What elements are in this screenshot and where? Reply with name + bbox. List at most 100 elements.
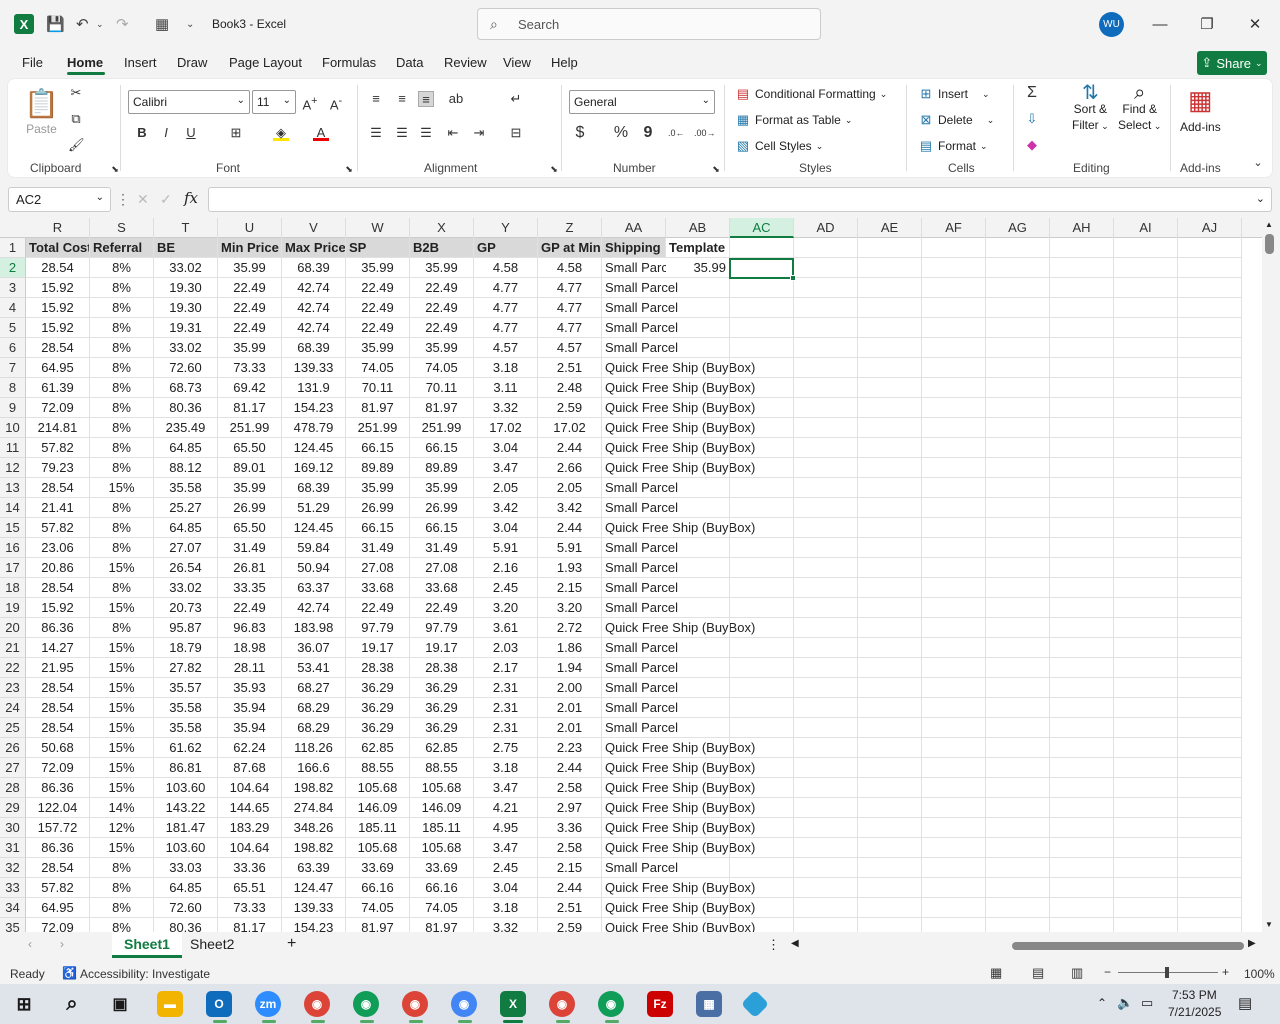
header-cell[interactable]: BE bbox=[154, 238, 218, 258]
italic-button[interactable]: I bbox=[158, 125, 174, 141]
empty-cell[interactable] bbox=[858, 878, 922, 898]
data-cell[interactable]: 2.58 bbox=[538, 778, 602, 798]
data-cell[interactable]: 1.86 bbox=[538, 638, 602, 658]
data-cell[interactable]: 2.23 bbox=[538, 738, 602, 758]
empty-cell[interactable] bbox=[858, 358, 922, 378]
empty-cell[interactable] bbox=[794, 498, 858, 518]
accessibility-status[interactable]: Accessibility: Investigate bbox=[80, 967, 210, 981]
font-family-select[interactable]: Calibri ⌄ bbox=[128, 90, 250, 114]
data-cell[interactable]: 22.49 bbox=[410, 598, 474, 618]
empty-cell[interactable] bbox=[1114, 238, 1178, 258]
data-cell[interactable]: 72.60 bbox=[154, 358, 218, 378]
empty-cell[interactable] bbox=[1114, 898, 1178, 918]
scroll-up-icon[interactable]: ▲ bbox=[1265, 220, 1273, 229]
data-cell[interactable]: 18.98 bbox=[218, 638, 282, 658]
data-cell[interactable]: Small Parcel bbox=[602, 478, 678, 498]
header-cell[interactable]: Total Cost bbox=[26, 238, 90, 258]
scroll-down-icon[interactable]: ▼ bbox=[1265, 920, 1273, 929]
empty-cell[interactable] bbox=[1114, 598, 1178, 618]
empty-cell[interactable] bbox=[986, 238, 1050, 258]
data-cell[interactable]: 2.75 bbox=[474, 738, 538, 758]
data-cell[interactable]: 33.69 bbox=[410, 858, 474, 878]
empty-cell[interactable] bbox=[858, 918, 922, 932]
data-cell[interactable] bbox=[666, 698, 730, 718]
tab-data[interactable]: Data bbox=[396, 55, 423, 70]
data-cell[interactable]: 2.45 bbox=[474, 578, 538, 598]
data-cell[interactable]: 144.65 bbox=[218, 798, 282, 818]
data-cell[interactable]: 21.41 bbox=[26, 498, 90, 518]
normal-view-icon[interactable]: ▦ bbox=[990, 965, 1002, 981]
header-cell[interactable]: Min Price bbox=[218, 238, 282, 258]
empty-cell[interactable] bbox=[858, 698, 922, 718]
data-cell[interactable]: 42.74 bbox=[282, 598, 346, 618]
zoom-level[interactable]: 100% bbox=[1244, 967, 1275, 981]
borders-icon[interactable]: ⊞ bbox=[228, 125, 244, 141]
format-as-table-button[interactable]: ▦ Format as Table ⌄ bbox=[735, 112, 853, 128]
tab-file[interactable]: File bbox=[22, 55, 43, 70]
vertical-scrollbar[interactable] bbox=[1262, 218, 1280, 932]
data-cell[interactable]: 68.29 bbox=[282, 698, 346, 718]
empty-cell[interactable] bbox=[986, 638, 1050, 658]
data-cell[interactable]: 4.21 bbox=[474, 798, 538, 818]
data-cell[interactable]: Quick Free Ship (BuyBox) bbox=[602, 918, 755, 932]
data-cell[interactable]: 36.07 bbox=[282, 638, 346, 658]
data-cell[interactable]: 12% bbox=[90, 818, 154, 838]
tab-view[interactable]: View bbox=[503, 55, 531, 70]
empty-cell[interactable] bbox=[794, 438, 858, 458]
column-header[interactable]: X bbox=[410, 218, 474, 238]
data-cell[interactable]: 3.61 bbox=[474, 618, 538, 638]
data-cell[interactable]: 68.73 bbox=[154, 378, 218, 398]
header-cell[interactable]: Shipping bbox=[602, 238, 666, 258]
data-cell[interactable]: 2.05 bbox=[474, 478, 538, 498]
data-cell[interactable]: 124.47 bbox=[282, 878, 346, 898]
data-cell[interactable]: 72.09 bbox=[26, 758, 90, 778]
empty-cell[interactable] bbox=[730, 738, 794, 758]
data-cell[interactable]: 2.59 bbox=[538, 918, 602, 932]
data-cell[interactable]: Small Parcel bbox=[602, 298, 678, 318]
empty-cell[interactable] bbox=[730, 918, 794, 932]
clock-date[interactable]: 7/21/2025 bbox=[1168, 1005, 1221, 1019]
data-cell[interactable]: 2.31 bbox=[474, 698, 538, 718]
data-cell[interactable]: 8% bbox=[90, 618, 154, 638]
empty-cell[interactable] bbox=[1114, 698, 1178, 718]
empty-cell[interactable] bbox=[858, 858, 922, 878]
empty-cell[interactable] bbox=[1050, 438, 1114, 458]
currency-button[interactable]: $ bbox=[572, 125, 588, 141]
empty-cell[interactable] bbox=[986, 378, 1050, 398]
empty-cell[interactable] bbox=[1178, 898, 1242, 918]
empty-cell[interactable] bbox=[1178, 458, 1242, 478]
empty-cell[interactable] bbox=[730, 278, 794, 298]
chrome-icon[interactable]: ◉ bbox=[353, 991, 379, 1017]
data-cell[interactable]: 62.85 bbox=[346, 738, 410, 758]
data-cell[interactable]: 26.99 bbox=[346, 498, 410, 518]
horizontal-scroll-thumb[interactable] bbox=[1012, 942, 1244, 950]
empty-cell[interactable] bbox=[858, 798, 922, 818]
empty-cell[interactable] bbox=[922, 318, 986, 338]
search-taskbar-icon[interactable]: ⌕ bbox=[59, 991, 85, 1017]
empty-cell[interactable] bbox=[794, 858, 858, 878]
empty-cell[interactable] bbox=[1178, 558, 1242, 578]
empty-cell[interactable] bbox=[730, 578, 794, 598]
empty-cell[interactable] bbox=[1114, 318, 1178, 338]
enter-icon[interactable]: ✓ bbox=[160, 191, 172, 208]
insert-cells-button[interactable]: ⊞ Insert ⌄ bbox=[918, 86, 990, 102]
row-header[interactable]: 29 bbox=[0, 798, 26, 818]
zoom-slider-thumb[interactable] bbox=[1165, 967, 1169, 978]
data-cell[interactable]: 35.58 bbox=[154, 718, 218, 738]
empty-cell[interactable] bbox=[858, 758, 922, 778]
cut-icon[interactable]: ✂ bbox=[68, 85, 84, 101]
data-cell[interactable]: 8% bbox=[90, 578, 154, 598]
empty-cell[interactable] bbox=[1050, 858, 1114, 878]
data-cell[interactable]: 2.58 bbox=[538, 838, 602, 858]
row-header[interactable]: 26 bbox=[0, 738, 26, 758]
empty-cell[interactable] bbox=[1114, 818, 1178, 838]
data-cell[interactable]: 89.89 bbox=[410, 458, 474, 478]
data-cell[interactable]: 35.99 bbox=[218, 258, 282, 278]
more-sheets-icon[interactable]: ⋮ bbox=[767, 937, 780, 953]
empty-cell[interactable] bbox=[730, 838, 794, 858]
data-cell[interactable]: 36.29 bbox=[346, 678, 410, 698]
empty-cell[interactable] bbox=[1050, 338, 1114, 358]
empty-cell[interactable] bbox=[922, 838, 986, 858]
data-cell[interactable] bbox=[666, 358, 730, 378]
row-header[interactable]: 17 bbox=[0, 558, 26, 578]
